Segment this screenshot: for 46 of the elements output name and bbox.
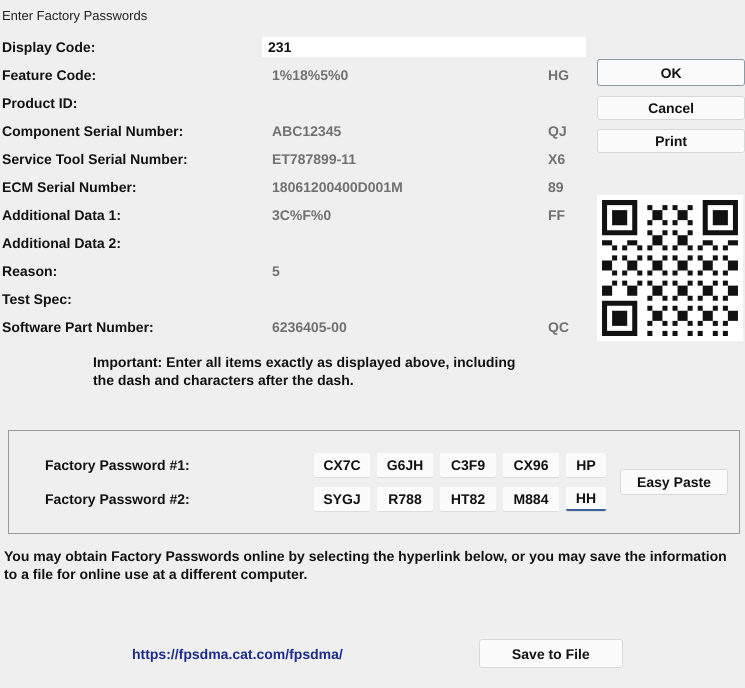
- check-code: QC: [548, 319, 570, 335]
- window-title: Enter Factory Passwords: [1, 7, 148, 25]
- field-value: 6236405-00: [271, 319, 348, 335]
- field-value: 18061200400D001M: [271, 179, 404, 195]
- field-label: Additional Data 2:: [2, 235, 122, 251]
- field-value: 3C%F%0: [271, 207, 332, 223]
- dialog-button[interactable]: Cancel: [597, 96, 745, 120]
- field-value: ET787899-11: [271, 151, 358, 167]
- check-code: X6: [548, 151, 566, 167]
- password-field[interactable]: R788: [377, 487, 433, 511]
- instruction-text: Important: Enter all items exactly as displayed above, including the dash and characters after the dash.: [93, 353, 516, 389]
- field-label: Display Code:: [2, 39, 96, 55]
- info-text: You may obtain Factory Passwords online by selecting the hyperlink below, or you may save the information to a file for online use at a different computer.: [4, 547, 728, 583]
- hyperlink[interactable]: https://fpsdma.cat.com/fpsdma/: [132, 646, 343, 662]
- dialog-button[interactable]: OK: [597, 59, 745, 86]
- field-value: 5: [271, 263, 281, 279]
- field-label: Product ID:: [2, 95, 78, 111]
- field-label: Component Serial Number:: [2, 123, 184, 139]
- dialog-button[interactable]: Print: [597, 129, 745, 153]
- field-label: Feature Code:: [2, 67, 98, 83]
- input-field[interactable]: 231: [262, 37, 586, 57]
- password-field[interactable]: HT82: [440, 487, 496, 511]
- check-code: QJ: [548, 123, 568, 139]
- field-label: Reason:: [2, 263, 58, 279]
- easy-paste-button[interactable]: Easy Paste: [620, 469, 728, 495]
- field-label: ECM Serial Number:: [2, 179, 138, 195]
- check-code: FF: [548, 207, 566, 223]
- save-to-file-button[interactable]: Save to File: [478, 639, 623, 668]
- field-label: Test Spec:: [2, 291, 73, 307]
- password-label: Factory Password #1:: [45, 457, 191, 473]
- password-field[interactable]: HH: [566, 487, 606, 511]
- check-code: 89: [548, 179, 565, 195]
- field-label: Software Part Number:: [2, 319, 155, 335]
- password-field[interactable]: SYGJ: [314, 487, 370, 511]
- password-field[interactable]: M884: [503, 487, 559, 511]
- field-value: ABC12345: [271, 123, 342, 139]
- password-label: Factory Password #2:: [45, 491, 191, 507]
- field-label: Service Tool Serial Number:: [2, 151, 189, 167]
- password-field[interactable]: C3F9: [440, 453, 496, 477]
- password-field[interactable]: HP: [566, 453, 606, 477]
- field-value: 1%18%5%0: [271, 67, 350, 83]
- password-field[interactable]: CX7C: [314, 453, 370, 477]
- password-field[interactable]: G6JH: [377, 453, 433, 477]
- password-field[interactable]: CX96: [503, 453, 559, 477]
- field-label: Additional Data 1:: [2, 207, 122, 223]
- check-code: HG: [548, 67, 570, 83]
